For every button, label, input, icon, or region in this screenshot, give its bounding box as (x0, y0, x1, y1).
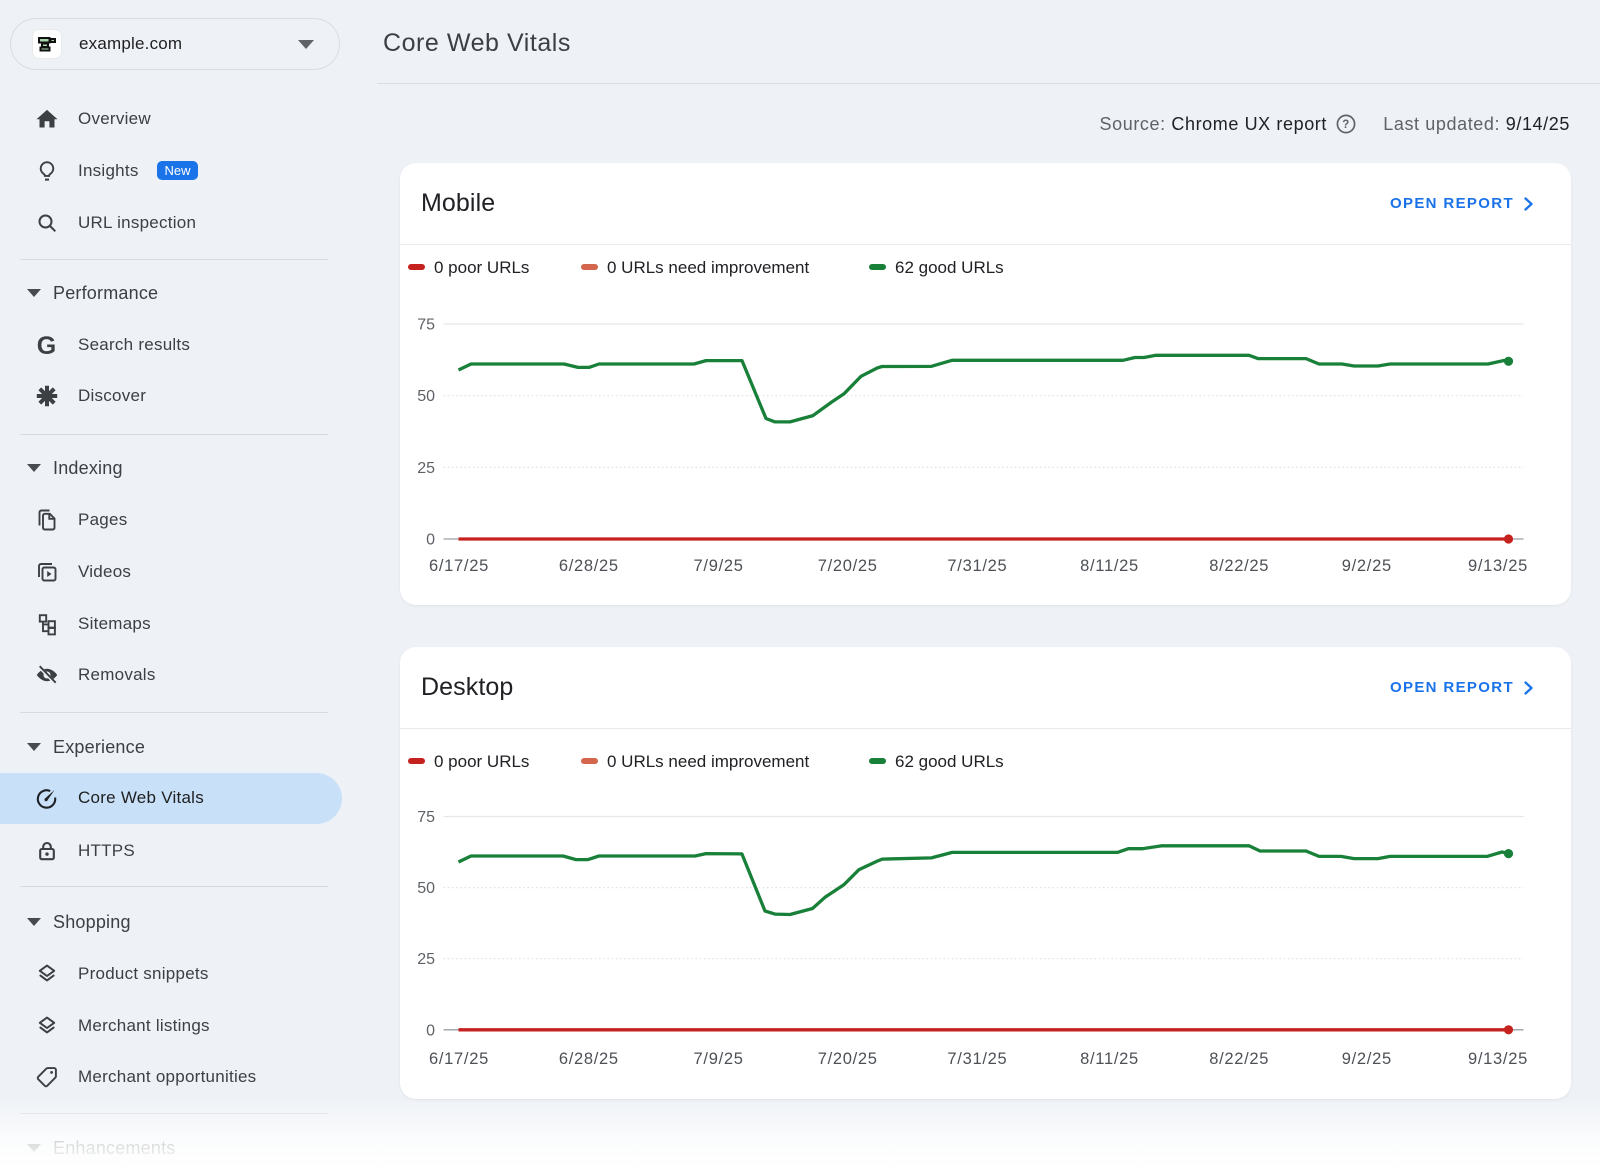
svg-text:0: 0 (426, 532, 435, 549)
svg-text:8/22/25: 8/22/25 (1209, 557, 1269, 575)
svg-text:7/31/25: 7/31/25 (947, 1050, 1007, 1068)
svg-text:6/17/25: 6/17/25 (429, 557, 489, 575)
svg-text:G: G (37, 333, 56, 357)
svg-text:8/11/25: 8/11/25 (1080, 557, 1139, 575)
svg-text:7/9/25: 7/9/25 (694, 557, 744, 575)
svg-text:9/13/25: 9/13/25 (1468, 557, 1528, 575)
svg-text:75: 75 (417, 809, 435, 826)
svg-text:7/20/25: 7/20/25 (818, 557, 878, 575)
svg-text:7/20/25: 7/20/25 (818, 1050, 878, 1068)
svg-text:0: 0 (426, 1022, 435, 1039)
svg-text:6/28/25: 6/28/25 (559, 1050, 619, 1068)
svg-text:7/9/25: 7/9/25 (694, 1050, 744, 1068)
svg-text:6/28/25: 6/28/25 (559, 557, 619, 575)
svg-text:8/11/25: 8/11/25 (1080, 1050, 1139, 1068)
svg-text:7/31/25: 7/31/25 (947, 557, 1007, 575)
svg-text:9/13/25: 9/13/25 (1468, 1050, 1528, 1068)
svg-text:6/17/25: 6/17/25 (429, 1050, 489, 1068)
svg-text:?: ? (1342, 119, 1350, 131)
svg-text:25: 25 (417, 460, 435, 477)
svg-text:9/2/25: 9/2/25 (1342, 1050, 1392, 1068)
svg-text:50: 50 (417, 388, 435, 405)
svg-text:8/22/25: 8/22/25 (1209, 1050, 1269, 1068)
svg-text:25: 25 (417, 951, 435, 968)
svg-text:75: 75 (417, 317, 435, 334)
svg-text:9/2/25: 9/2/25 (1342, 557, 1392, 575)
svg-text:50: 50 (417, 880, 435, 897)
